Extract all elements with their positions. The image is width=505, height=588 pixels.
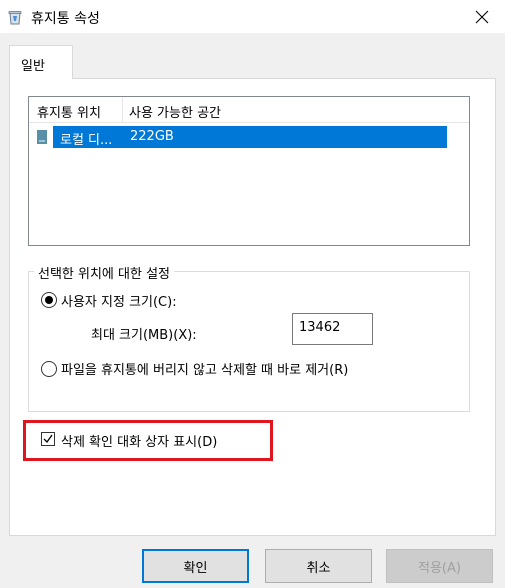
max-size-input[interactable]: 13462 [292, 313, 373, 345]
drive-icon [37, 130, 47, 144]
custom-size-label[interactable]: 사용자 지정 크기(C): [61, 291, 177, 310]
list-header: 휴지통 위치 사용 가능한 공간 [29, 97, 469, 123]
window-title: 휴지통 속성 [31, 11, 100, 27]
recycle-bin-icon [8, 11, 22, 25]
no-recycle-radio[interactable] [41, 361, 57, 377]
confirm-delete-label[interactable]: 삭제 확인 대화 상자 표시(D) [61, 431, 217, 450]
title-bar: 휴지통 속성 [0, 0, 505, 33]
column-header-space[interactable]: 사용 가능한 공간 [129, 102, 221, 121]
max-size-value: 13462 [299, 320, 341, 335]
location-list[interactable]: 휴지통 위치 사용 가능한 공간 로컬 디... 222GB [28, 96, 470, 246]
column-divider[interactable] [122, 97, 123, 123]
ok-button[interactable]: 확인 [142, 549, 249, 583]
cell-location: 로컬 디... [60, 133, 113, 148]
close-icon [475, 10, 489, 23]
checkmark-icon [43, 434, 53, 444]
cell-space: 222GB [130, 129, 174, 144]
apply-button[interactable]: 적용(A) [386, 549, 493, 583]
tab-general-label: 일반 [21, 59, 45, 74]
confirm-delete-checkbox[interactable] [41, 432, 55, 446]
custom-size-radio[interactable] [41, 292, 57, 308]
settings-group-title: 선택한 위치에 대한 설정 [34, 263, 174, 282]
column-header-location[interactable]: 휴지통 위치 [37, 102, 101, 121]
close-button[interactable] [459, 0, 505, 33]
list-item[interactable]: 로컬 디... 222GB [35, 126, 447, 148]
cancel-button[interactable]: 취소 [265, 549, 372, 583]
max-size-label: 최대 크기(MB)(X): [91, 328, 197, 343]
properties-dialog: 휴지통 속성 일반 휴지통 위치 사용 가능한 공간 로컬 디... 222GB [0, 0, 505, 588]
no-recycle-label[interactable]: 파일을 휴지통에 버리지 않고 삭제할 때 바로 제거(R) [61, 359, 348, 378]
tab-general[interactable]: 일반 [9, 45, 73, 79]
